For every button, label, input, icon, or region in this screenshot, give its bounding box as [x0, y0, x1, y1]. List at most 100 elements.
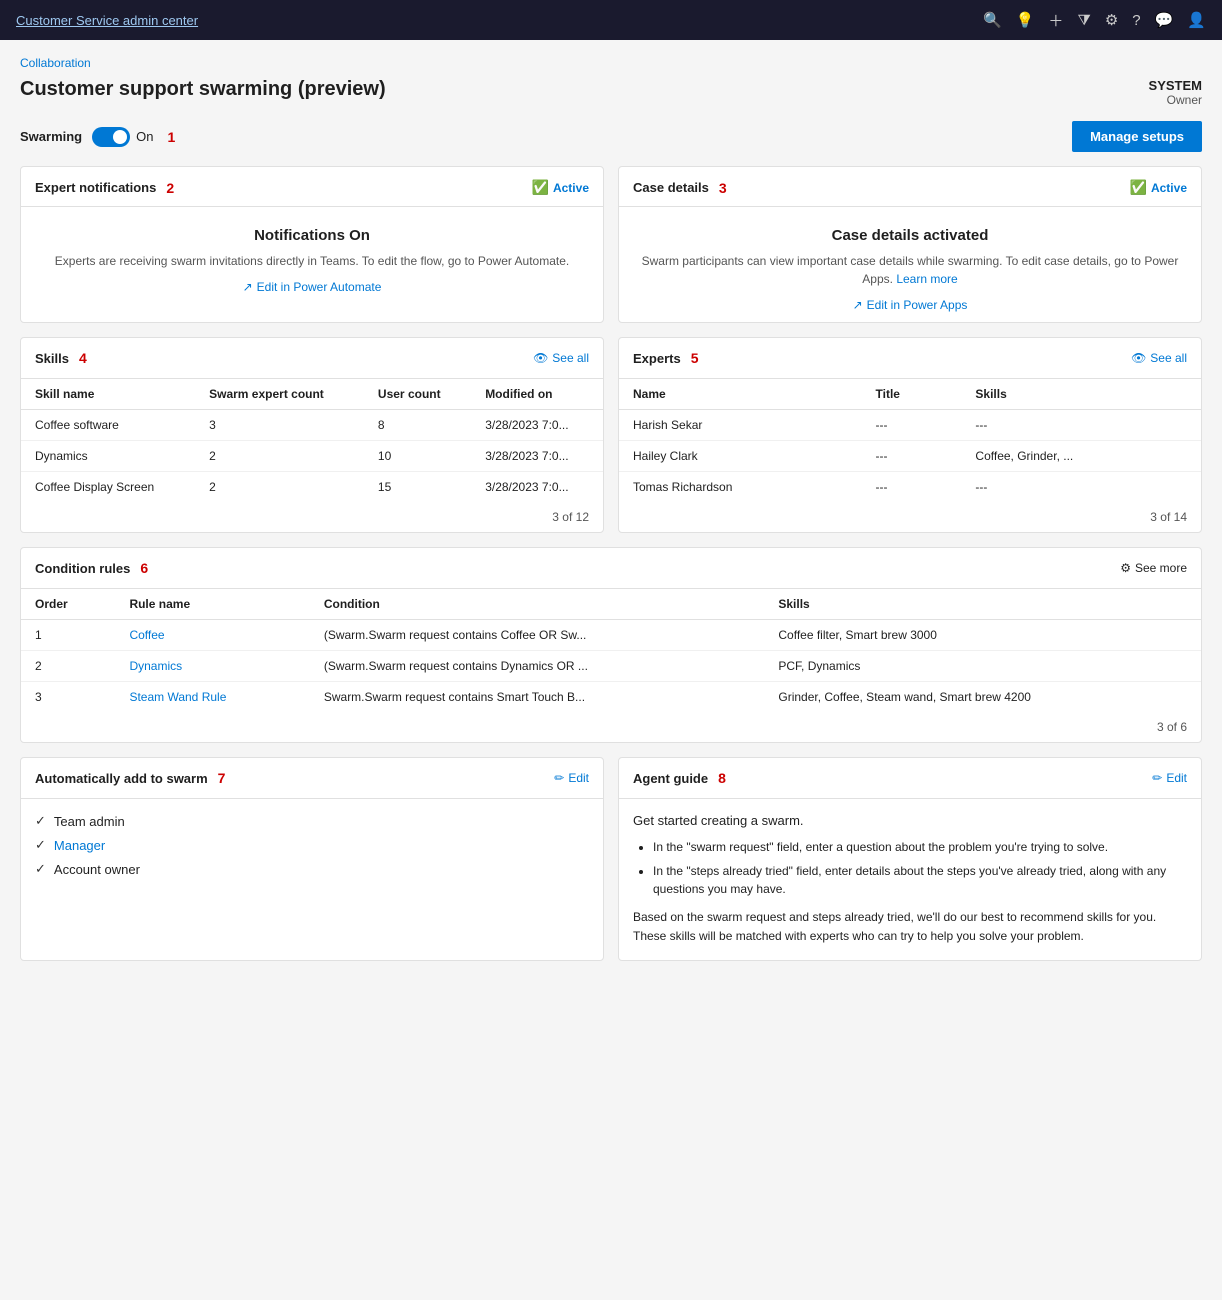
case-card-desc: Swarm participants can view important ca… [639, 252, 1181, 288]
condition-condition: (Swarm.Swarm request contains Coffee OR … [310, 620, 765, 651]
skill-modified: 3/28/2023 7:0... [471, 472, 603, 503]
eye-icon: 👁 [533, 351, 548, 365]
learn-more-link[interactable]: Learn more [896, 272, 957, 286]
agent-intro: Get started creating a swarm. [633, 813, 1187, 828]
experts-header-row: Name Title Skills [619, 379, 1201, 410]
pencil-icon-2: ✏ [1152, 771, 1162, 785]
question-icon[interactable]: ? [1132, 12, 1140, 29]
skills-title: Skills 4 [35, 350, 87, 366]
expert-notifications-title: Expert notifications 2 [35, 180, 174, 196]
check-account-owner: ✓ Account owner [35, 861, 589, 877]
page-title: Customer support swarming (preview) [20, 78, 386, 101]
case-card-title: Case details activated [639, 227, 1181, 244]
profile-icon[interactable]: 👤 [1187, 11, 1206, 29]
skill-expert-count: 2 [195, 472, 364, 503]
skill-user-count: 10 [364, 441, 471, 472]
auto-swarm-edit-link[interactable]: ✏ Edit [554, 771, 589, 785]
skill-modified: 3/28/2023 7:0... [471, 410, 603, 441]
condition-rule-name[interactable]: Dynamics [115, 651, 309, 682]
system-label: SYSTEM [1149, 78, 1202, 93]
expert-notifications-header: Expert notifications 2 ✅ Active [21, 167, 603, 207]
expert-skills: --- [961, 472, 1201, 503]
skills-see-all-link[interactable]: 👁 See all [533, 351, 589, 365]
agent-guide-title: Agent guide 8 [633, 770, 726, 786]
toggle-wrapper: On [92, 127, 153, 147]
skills-col-user-count: User count [364, 379, 471, 410]
table-row: 1 Coffee (Swarm.Swarm request contains C… [21, 620, 1201, 651]
check-icon-1: ✓ [35, 813, 46, 829]
condition-rule-name[interactable]: Steam Wand Rule [115, 682, 309, 713]
condition-condition: Swarm.Swarm request contains Smart Touch… [310, 682, 765, 713]
check-team-admin: ✓ Team admin [35, 813, 589, 829]
auto-swarm-body: ✓ Team admin ✓ Manager ✓ Account owner [21, 799, 603, 899]
edit-power-apps-link[interactable]: ↗ Edit in Power Apps [639, 298, 1181, 312]
swarming-row: Swarming On 1 Manage setups [20, 121, 1202, 152]
topbar-icons: 🔍 💡 ＋ ⧩ ⚙ ? 💬 👤 [983, 10, 1206, 31]
condition-skills: PCF, Dynamics [764, 651, 1201, 682]
app-title[interactable]: Customer Service admin center [16, 13, 198, 28]
active-check-icon: ✅ [532, 179, 549, 196]
filter-icon[interactable]: ⧩ [1077, 12, 1090, 29]
plus-icon[interactable]: ＋ [1048, 10, 1063, 31]
breadcrumb[interactable]: Collaboration [20, 56, 1202, 70]
experts-card: Experts 5 👁 See all Name Title Skills [618, 337, 1202, 533]
chat-icon[interactable]: 💬 [1155, 11, 1174, 29]
manage-setups-button[interactable]: Manage setups [1072, 121, 1202, 152]
step-4: 4 [79, 350, 87, 366]
table-row: Hailey Clark --- Coffee, Grinder, ... [619, 441, 1201, 472]
check-manager: ✓ Manager [35, 837, 589, 853]
condition-rule-name[interactable]: Coffee [115, 620, 309, 651]
expert-title: --- [862, 441, 962, 472]
case-details-active-label: Active [1151, 181, 1187, 195]
manager-link[interactable]: Manager [54, 838, 105, 853]
condition-rules-header: Condition rules 6 ⚙ See more [21, 548, 1201, 589]
expert-name: Hailey Clark [619, 441, 862, 472]
page-header: Customer support swarming (preview) SYST… [20, 78, 1202, 107]
skill-expert-count: 2 [195, 441, 364, 472]
skill-user-count: 8 [364, 410, 471, 441]
swarming-left: Swarming On 1 [20, 127, 175, 147]
condition-rules-title: Condition rules 6 [35, 560, 148, 576]
search-icon[interactable]: 🔍 [983, 11, 1002, 29]
skills-col-name: Skill name [21, 379, 195, 410]
condition-order: 1 [21, 620, 115, 651]
agent-guide-edit-link[interactable]: ✏ Edit [1152, 771, 1187, 785]
table-row: Harish Sekar --- --- [619, 410, 1201, 441]
gear-icon: ⚙ [1120, 561, 1131, 575]
notif-card-title: Notifications On [41, 227, 583, 244]
condition-rules-see-more[interactable]: ⚙ See more [1120, 561, 1187, 575]
topbar: Customer Service admin center 🔍 💡 ＋ ⧩ ⚙ … [0, 0, 1222, 40]
settings-icon[interactable]: ⚙ [1105, 11, 1118, 29]
external-link-icon: ↗ [243, 280, 253, 294]
step-8: 8 [718, 770, 726, 786]
swarming-label: Swarming [20, 129, 82, 144]
lightbulb-icon[interactable]: 💡 [1016, 11, 1035, 29]
step-5: 5 [691, 350, 699, 366]
condition-order: 3 [21, 682, 115, 713]
bottom-two-col: Automatically add to swarm 7 ✏ Edit ✓ Te… [20, 757, 1202, 961]
list-item: In the "steps already tried" field, ente… [653, 862, 1187, 898]
skill-expert-count: 3 [195, 410, 364, 441]
experts-see-all-link[interactable]: 👁 See all [1131, 351, 1187, 365]
check-icon-2: ✓ [35, 837, 46, 853]
expert-notifications-active-badge: ✅ Active [532, 179, 589, 196]
col-rule-name: Rule name [115, 589, 309, 620]
skill-name: Dynamics [21, 441, 195, 472]
edit-power-automate-link[interactable]: ↗ Edit in Power Automate [41, 280, 583, 294]
expert-skills: --- [961, 410, 1201, 441]
experts-col-skills: Skills [961, 379, 1201, 410]
expert-notifications-card: Expert notifications 2 ✅ Active Notifica… [20, 166, 604, 323]
condition-rules-card: Condition rules 6 ⚙ See more Order Rule … [20, 547, 1202, 743]
skills-col-modified: Modified on [471, 379, 603, 410]
expert-notifications-active-label: Active [553, 181, 589, 195]
step-2: 2 [166, 180, 174, 196]
experts-col-title: Title [862, 379, 962, 410]
toggle-knob [113, 130, 127, 144]
table-row: Tomas Richardson --- --- [619, 472, 1201, 503]
swarming-toggle[interactable] [92, 127, 130, 147]
table-row: 3 Steam Wand Rule Swarm.Swarm request co… [21, 682, 1201, 713]
agent-bullet-list: In the "swarm request" field, enter a qu… [633, 838, 1187, 898]
step-6: 6 [140, 560, 148, 576]
skill-name: Coffee software [21, 410, 195, 441]
skill-modified: 3/28/2023 7:0... [471, 441, 603, 472]
